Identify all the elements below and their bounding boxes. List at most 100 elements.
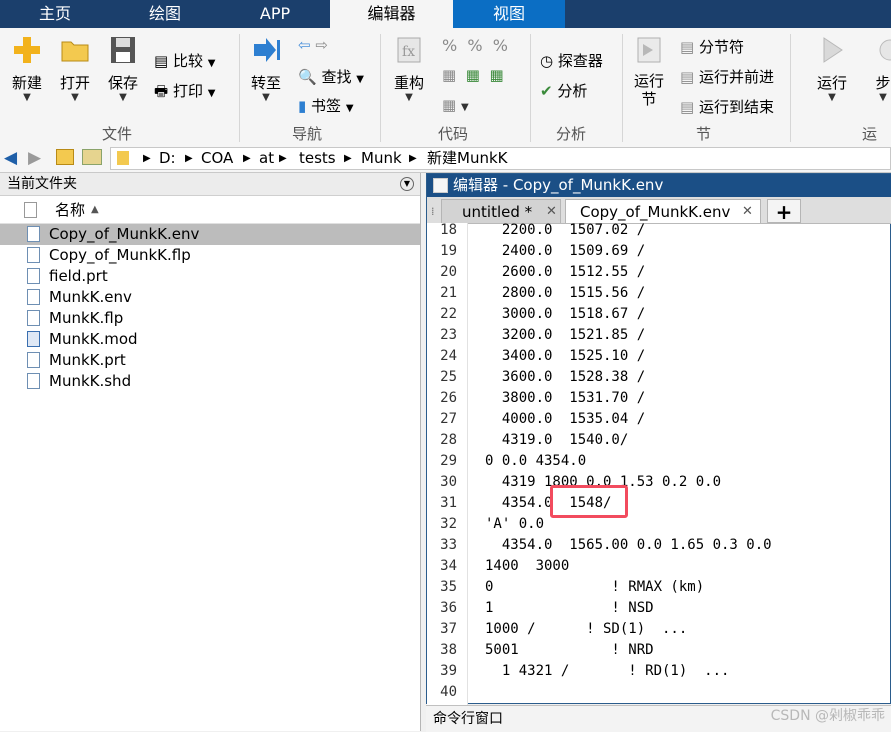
editor-title: 编辑器 - Copy_of_MunkK.env (453, 176, 664, 194)
run-label: 运行 (816, 74, 847, 92)
file-item[interactable]: field.prt (0, 266, 420, 287)
smart-indent-icon[interactable]: ▦ (442, 66, 456, 84)
code-line[interactable]: 35 0 ! RMAX (km) (427, 577, 890, 598)
step-button[interactable]: 步 ▼ (868, 34, 891, 103)
indent-buttons[interactable]: ▦ ▦ ▦ (442, 66, 504, 84)
watermark: CSDN @剁椒乖乖 (770, 708, 885, 724)
code-line[interactable]: 23 3200.0 1521.85 / (427, 325, 890, 346)
back-arrow-icon[interactable]: ⇦ (298, 36, 311, 54)
line-number: 26 (440, 390, 457, 406)
code-line[interactable]: 28 4319.0 1540.0/ (427, 430, 890, 451)
path-separator-icon: ▶ (185, 153, 193, 164)
code-line[interactable]: 18 2200.0 1507.02 / (427, 220, 890, 241)
file-name: Copy_of_MunkK.env (49, 225, 200, 243)
run-button[interactable]: 运行 ▼ (812, 34, 852, 103)
file-item[interactable]: MunkK.prt (0, 350, 420, 371)
up-folder-icon[interactable] (56, 149, 74, 165)
line-text: 0 0.0 4354.0 (485, 453, 587, 469)
code-line[interactable]: 39 1 4321 / ! RD(1) ... (427, 661, 890, 682)
path-segment[interactable]: Munk (361, 148, 402, 169)
forward-arrow-icon[interactable]: ▶ (28, 148, 41, 168)
path-segment[interactable]: COA (201, 148, 233, 169)
section-break-button[interactable]: ▤ 分节符 (680, 36, 744, 57)
code-area[interactable]: 18 2200.0 1507.02 /19 2400.0 1509.69 /20… (427, 220, 890, 704)
line-text: 2600.0 1512.55 / (485, 264, 646, 280)
file-item[interactable]: MunkK.flp (0, 308, 420, 329)
code-line[interactable]: 20 2600.0 1512.55 / (427, 262, 890, 283)
open-button[interactable]: 打开 ▼ (54, 34, 96, 103)
decrease-indent-icon[interactable]: ▦ (489, 66, 503, 84)
tab-list-icon[interactable]: ⁞ (431, 205, 435, 218)
code-line[interactable]: 34 1400 3000 (427, 556, 890, 577)
line-number: 35 (440, 579, 457, 595)
path-segment[interactable]: at (259, 148, 274, 169)
path-segment[interactable]: D: (159, 148, 176, 169)
analyze-button[interactable]: ✔ 分析 (540, 80, 587, 101)
path-segment[interactable]: tests (299, 148, 336, 169)
refactor-button[interactable]: fx 重构 ▼ (388, 34, 430, 103)
code-line[interactable]: 40 (427, 682, 890, 703)
column-header[interactable]: 名称 ▲ (0, 197, 420, 224)
file-item[interactable]: MunkK.env (0, 287, 420, 308)
back-forward-buttons[interactable]: ⇦ ⇨ (298, 36, 328, 54)
path-segment[interactable]: 新建MunkK (427, 148, 507, 169)
code-line[interactable]: 24 3400.0 1525.10 / (427, 346, 890, 367)
explorer-button[interactable]: ◷ 探查器 (540, 50, 603, 71)
code-line[interactable]: 29 0 0.0 4354.0 (427, 451, 890, 472)
code-more-button[interactable]: ▦ ▼ (442, 96, 469, 114)
code-line[interactable]: 36 1 ! NSD (427, 598, 890, 619)
line-number: 28 (440, 432, 457, 448)
find-button[interactable]: 🔍 查找 ▼ (298, 66, 364, 87)
code-line[interactable]: 21 2800.0 1515.56 / (427, 283, 890, 304)
chevron-down-icon: ▼ (71, 92, 79, 103)
code-line[interactable]: 37 1000 / ! SD(1) ... (427, 619, 890, 640)
tab-plots[interactable]: 绘图 (110, 0, 220, 28)
code-line[interactable]: 19 2400.0 1509.69 / (427, 241, 890, 262)
goto-button[interactable]: 转至 ▼ (246, 34, 286, 103)
comment-icon[interactable]: % (442, 36, 457, 55)
code-line[interactable]: 26 3800.0 1531.70 / (427, 388, 890, 409)
uncomment-icon[interactable]: % (467, 36, 482, 55)
file-item[interactable]: Copy_of_MunkK.env (0, 224, 420, 245)
tab-home[interactable]: 主页 (0, 0, 110, 28)
code-line[interactable]: 22 3000.0 1518.67 / (427, 304, 890, 325)
file-item[interactable]: MunkK.shd (0, 371, 420, 392)
increase-indent-icon[interactable]: ▦ (466, 66, 480, 84)
browse-folder-icon[interactable] (82, 149, 102, 165)
code-line[interactable]: 32 'A' 0.0 (427, 514, 890, 535)
code-line[interactable]: 25 3600.0 1528.38 / (427, 367, 890, 388)
run-section-button[interactable]: 运行 节 (628, 34, 670, 108)
comment-buttons[interactable]: % % % (442, 36, 508, 55)
run-to-end-button[interactable]: ▤ 运行到结束 (680, 96, 774, 117)
tab-view[interactable]: 视图 (453, 0, 565, 28)
save-button[interactable]: 保存 ▼ (102, 34, 144, 103)
code-line[interactable]: 38 5001 ! NRD (427, 640, 890, 661)
bookmark-button[interactable]: ▮ 书签 ▼ (298, 95, 354, 116)
run-and-advance-button[interactable]: ▤ 运行并前进 (680, 66, 774, 87)
column-name[interactable]: 名称 (55, 197, 85, 223)
compare-button[interactable]: ▤ 比较 ▼ (154, 50, 215, 71)
chevron-down-icon: ▼ (460, 102, 469, 113)
file-item[interactable]: Copy_of_MunkK.flp (0, 245, 420, 266)
tab-editor[interactable]: 编辑器 (330, 0, 453, 28)
new-button[interactable]: 新建 ▼ (6, 34, 48, 103)
chevron-down-icon: ▼ (119, 92, 127, 103)
code-line[interactable]: 31 4354.0 1548/ (427, 493, 890, 514)
code-line[interactable]: 33 4354.0 1565.00 0.0 1.65 0.3 0.0 (427, 535, 890, 556)
panel-menu-icon[interactable]: ▼ (400, 177, 414, 191)
print-label: 打印 (172, 82, 203, 100)
path-separator-icon: ▶ (243, 153, 251, 164)
forward-arrow-icon[interactable]: ⇨ (315, 36, 328, 54)
file-item[interactable]: MunkK.mod (0, 329, 420, 350)
path-field[interactable]: ▶ D: ▶ COA ▶ at ▶ tests ▶ Munk ▶ 新建MunkK (110, 147, 891, 170)
new-label: 新建 (11, 74, 42, 92)
file-name: MunkK.flp (49, 309, 124, 327)
print-button[interactable]: 🖶 打印 ▼ (154, 80, 215, 106)
code-line[interactable]: 30 4319 1800 0.0 1.53 0.2 0.0 (427, 472, 890, 493)
code-line[interactable]: 27 4000.0 1535.04 / (427, 409, 890, 430)
run-and-advance-label: 运行并前进 (698, 68, 774, 86)
tab-apps[interactable]: APP (220, 0, 330, 28)
back-arrow-icon[interactable]: ◀ (4, 148, 17, 168)
bookmark-label: 书签 (311, 97, 342, 115)
wrap-comment-icon[interactable]: % (493, 36, 508, 55)
